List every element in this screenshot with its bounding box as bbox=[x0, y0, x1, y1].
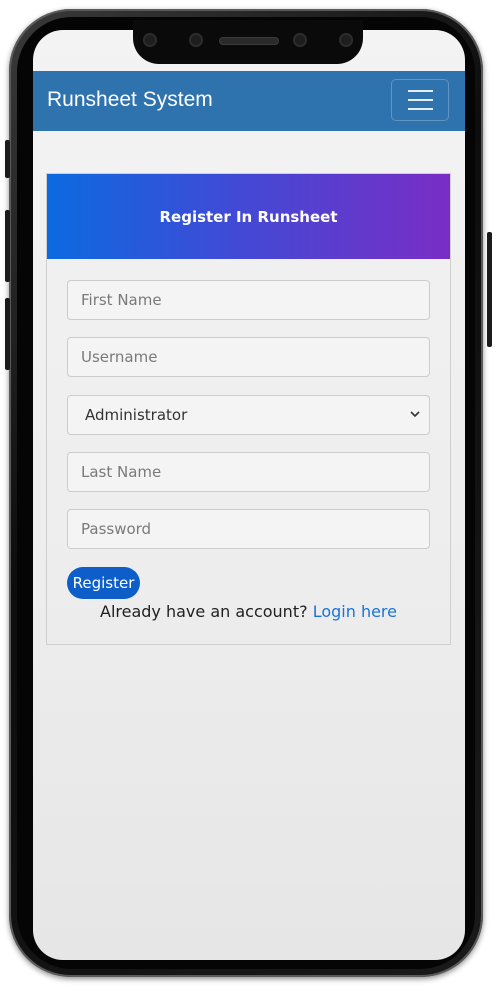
register-button[interactable]: Register bbox=[67, 567, 140, 599]
phone-notch bbox=[133, 20, 363, 64]
navbar-toggle-button[interactable] bbox=[391, 79, 449, 121]
first-name-input[interactable]: First Name bbox=[67, 280, 430, 320]
username-placeholder: Username bbox=[81, 348, 158, 366]
camera-icon bbox=[143, 33, 157, 47]
role-select-value: Administrator bbox=[85, 406, 188, 424]
phone-screen: Runsheet System Register In Runsheet Fir… bbox=[33, 30, 465, 960]
navbar: Runsheet System bbox=[33, 71, 465, 131]
phone-volume-down-button bbox=[5, 298, 10, 370]
register-heading: Register In Runsheet bbox=[159, 207, 338, 226]
login-prompt-row: Already have an account? Login here bbox=[47, 602, 450, 621]
navbar-brand[interactable]: Runsheet System bbox=[47, 88, 213, 112]
phone-power-button bbox=[487, 232, 492, 347]
password-input[interactable]: Password bbox=[67, 509, 430, 549]
first-name-placeholder: First Name bbox=[81, 291, 162, 309]
phone-side-button bbox=[5, 140, 10, 178]
register-card-header: Register In Runsheet bbox=[47, 174, 450, 259]
username-input[interactable]: Username bbox=[67, 337, 430, 377]
chevron-down-icon bbox=[410, 411, 420, 418]
sensor-icon bbox=[189, 33, 203, 47]
speaker-grille bbox=[219, 37, 279, 45]
login-link[interactable]: Login here bbox=[313, 602, 397, 621]
last-name-input[interactable]: Last Name bbox=[67, 452, 430, 492]
role-select[interactable]: Administrator bbox=[67, 395, 430, 435]
password-placeholder: Password bbox=[81, 520, 152, 538]
phone-volume-up-button bbox=[5, 210, 10, 282]
login-prompt-text: Already have an account? bbox=[100, 602, 308, 621]
proximity-sensor-icon bbox=[339, 33, 353, 47]
front-camera-icon bbox=[293, 33, 307, 47]
last-name-placeholder: Last Name bbox=[81, 463, 162, 481]
register-card: Register In Runsheet First Name Username… bbox=[46, 173, 451, 645]
